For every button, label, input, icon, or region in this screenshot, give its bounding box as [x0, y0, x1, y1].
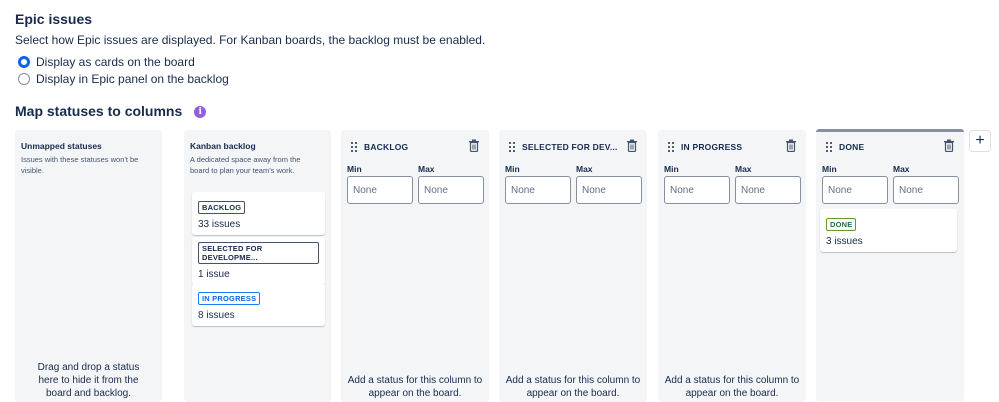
column-name[interactable]: DONE	[839, 142, 864, 152]
min-input[interactable]	[822, 176, 888, 204]
kanban-backlog-title: Kanban backlog	[190, 141, 256, 151]
status-card-in-progress[interactable]: IN PROGRESS 8 issues	[192, 283, 325, 326]
drag-handle-icon[interactable]	[826, 142, 832, 152]
drag-handle-icon[interactable]	[509, 142, 515, 152]
kanban-backlog-subtitle: A dedicated space away from the board to…	[190, 155, 301, 175]
status-card-selected-for-development[interactable]: SELECTED FOR DEVELOPME... 1 issue	[192, 237, 325, 285]
board-column-selected-for-dev[interactable]: SELECTED FOR DEV... Min Max Add a status…	[499, 130, 647, 402]
unmapped-title: Unmapped statuses	[21, 141, 102, 151]
max-input[interactable]	[893, 176, 959, 204]
add-column-button[interactable]: +	[969, 130, 991, 152]
trash-icon[interactable]	[785, 139, 797, 152]
column-empty-hint: Add a status for this column to appear o…	[347, 375, 483, 399]
unmapped-drop-hint: Drag and drop a status here to hide it f…	[37, 362, 140, 399]
max-label: Max	[576, 164, 593, 174]
issue-count: 1 issue	[198, 269, 230, 280]
max-label: Max	[418, 164, 435, 174]
status-lozenge: SELECTED FOR DEVELOPME...	[198, 242, 319, 264]
max-input[interactable]	[418, 176, 484, 204]
unmapped-subtitle: Issues with these statuses won't be visi…	[21, 155, 139, 175]
map-statuses-label: Map statuses to columns	[15, 103, 183, 119]
column-empty-hint: Add a status for this column to appear o…	[505, 375, 641, 399]
status-card-backlog[interactable]: BACKLOG 33 issues	[192, 192, 325, 235]
column-name[interactable]: SELECTED FOR DEV...	[522, 142, 618, 152]
board-column-done[interactable]: DONE Min Max DONE 3 issues	[816, 129, 964, 401]
column-empty-hint: Add a status for this column to appear o…	[664, 375, 800, 399]
status-lozenge: BACKLOG	[198, 201, 246, 214]
radio-label: Display in Epic panel on the backlog	[36, 72, 229, 86]
max-label: Max	[893, 164, 910, 174]
issue-count: 33 issues	[198, 219, 241, 230]
min-input[interactable]	[347, 176, 413, 204]
trash-icon[interactable]	[626, 139, 638, 152]
min-input[interactable]	[505, 176, 571, 204]
min-input[interactable]	[664, 176, 730, 204]
drag-handle-icon[interactable]	[351, 142, 357, 152]
status-card-done[interactable]: DONE 3 issues	[820, 209, 957, 252]
drag-handle-icon[interactable]	[668, 142, 674, 152]
trash-icon[interactable]	[943, 139, 955, 152]
info-icon[interactable]: i	[194, 106, 207, 118]
status-lozenge: IN PROGRESS	[198, 292, 261, 305]
max-label: Max	[735, 164, 752, 174]
status-lozenge: DONE	[826, 218, 857, 231]
trash-icon[interactable]	[468, 139, 480, 152]
map-statuses-title: Map statuses to columns i	[15, 103, 207, 119]
radio-checked-icon[interactable]	[18, 56, 30, 68]
board-column-in-progress[interactable]: IN PROGRESS Min Max Add a status for thi…	[658, 130, 806, 402]
kanban-backlog-column: Kanban backlog A dedicated space away fr…	[184, 130, 331, 402]
issue-count: 3 issues	[826, 236, 863, 247]
max-input[interactable]	[576, 176, 642, 204]
epic-issues-description: Select how Epic issues are displayed. Fo…	[15, 33, 486, 47]
min-label: Min	[505, 164, 520, 174]
min-label: Min	[822, 164, 837, 174]
issue-count: 8 issues	[198, 310, 235, 321]
min-label: Min	[664, 164, 679, 174]
column-name[interactable]: IN PROGRESS	[681, 142, 742, 152]
min-label: Min	[347, 164, 362, 174]
board-column-backlog[interactable]: BACKLOG Min Max Add a status for this co…	[341, 130, 489, 402]
radio-display-in-epic-panel[interactable]: Display in Epic panel on the backlog	[18, 72, 229, 86]
epic-issues-title: Epic issues	[15, 11, 93, 27]
radio-label: Display as cards on the board	[36, 55, 195, 69]
radio-unchecked-icon[interactable]	[18, 73, 30, 85]
unmapped-statuses-column: Unmapped statuses Issues with these stat…	[15, 130, 162, 402]
radio-display-as-cards[interactable]: Display as cards on the board	[18, 55, 195, 69]
max-input[interactable]	[735, 176, 801, 204]
column-name[interactable]: BACKLOG	[364, 142, 408, 152]
